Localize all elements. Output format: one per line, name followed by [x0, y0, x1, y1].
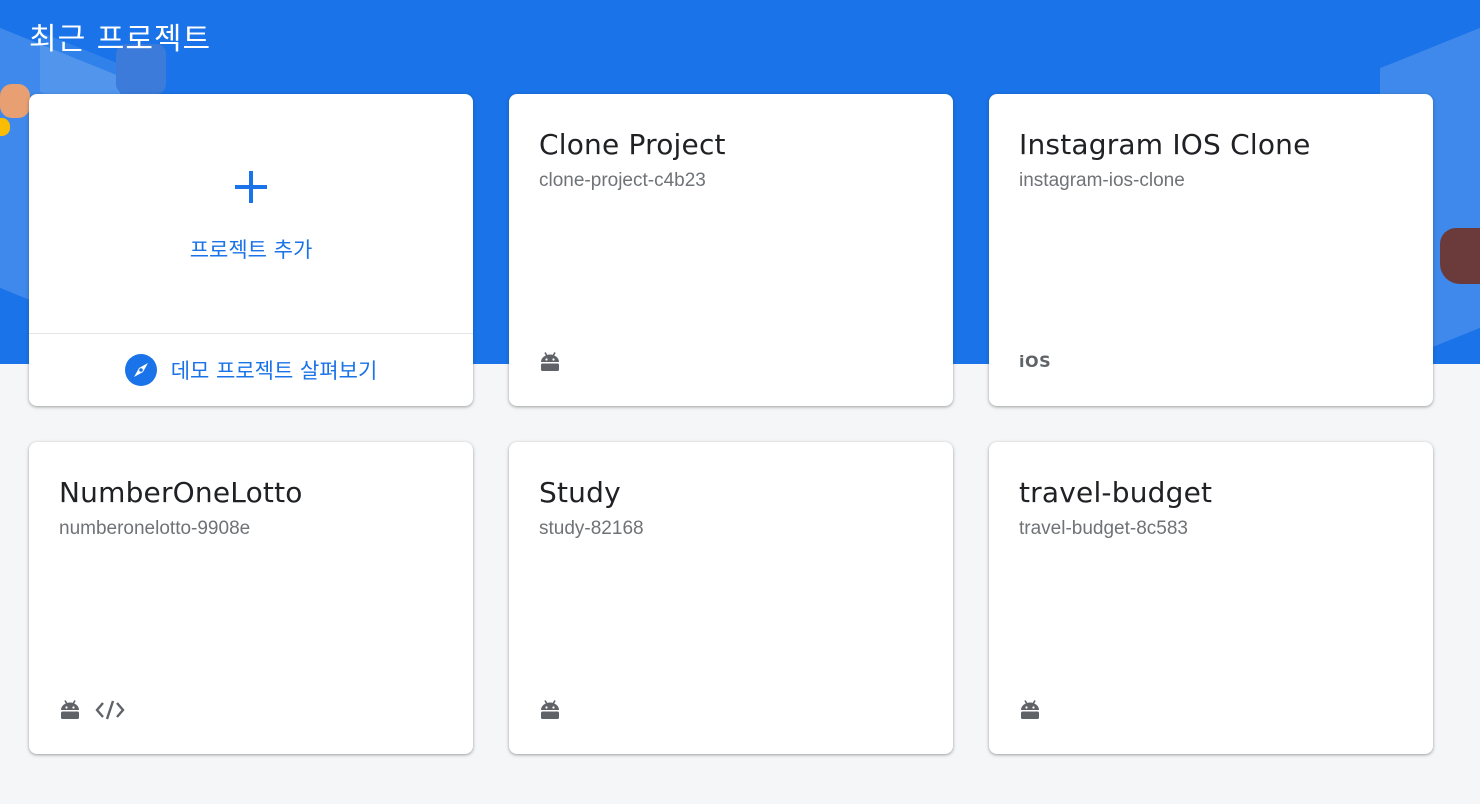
project-name: NumberOneLotto [59, 476, 303, 509]
android-icon [539, 351, 561, 373]
plus-icon [232, 168, 270, 206]
platform-icons [1019, 698, 1041, 722]
android-icon [59, 699, 81, 721]
explore-demo-project-link[interactable]: 데모 프로젝트 살펴보기 [29, 334, 473, 406]
android-icon [539, 699, 561, 721]
add-project-button[interactable]: 프로젝트 추가 [29, 94, 473, 333]
web-code-icon [95, 699, 125, 721]
project-name: Instagram IOS Clone [1019, 128, 1311, 161]
project-id: travel-budget-8c583 [1019, 518, 1188, 539]
project-card[interactable]: NumberOneLotto numberonelotto-9908e [29, 442, 473, 754]
decorative-illustration [0, 84, 30, 118]
ios-icon: iOS [1019, 352, 1052, 371]
compass-icon [124, 354, 157, 386]
platform-icons [59, 698, 125, 722]
platform-icons [539, 350, 561, 374]
add-project-card: 프로젝트 추가 데모 프로젝트 살펴보기 [29, 94, 473, 406]
android-icon [1019, 699, 1041, 721]
page-title: 최근 프로젝트 [29, 22, 212, 57]
project-card[interactable]: travel-budget travel-budget-8c583 [989, 442, 1433, 754]
project-id: numberonelotto-9908e [59, 518, 251, 539]
project-name: travel-budget [1019, 476, 1213, 509]
project-name: Clone Project [539, 128, 726, 161]
project-id: instagram-ios-clone [1019, 170, 1185, 191]
project-card[interactable]: Instagram IOS Clone instagram-ios-clone … [989, 94, 1433, 406]
project-id: clone-project-c4b23 [539, 170, 706, 191]
project-card[interactable]: Study study-82168 [509, 442, 953, 754]
project-card[interactable]: Clone Project clone-project-c4b23 [509, 94, 953, 406]
platform-icons [539, 698, 561, 722]
explore-demo-project-label: 데모 프로젝트 살펴보기 [170, 359, 378, 383]
add-project-label: 프로젝트 추가 [189, 238, 313, 262]
decorative-illustration [1440, 228, 1480, 284]
project-name: Study [539, 476, 621, 509]
platform-icons: iOS [1019, 350, 1051, 374]
project-id: study-82168 [539, 518, 644, 539]
